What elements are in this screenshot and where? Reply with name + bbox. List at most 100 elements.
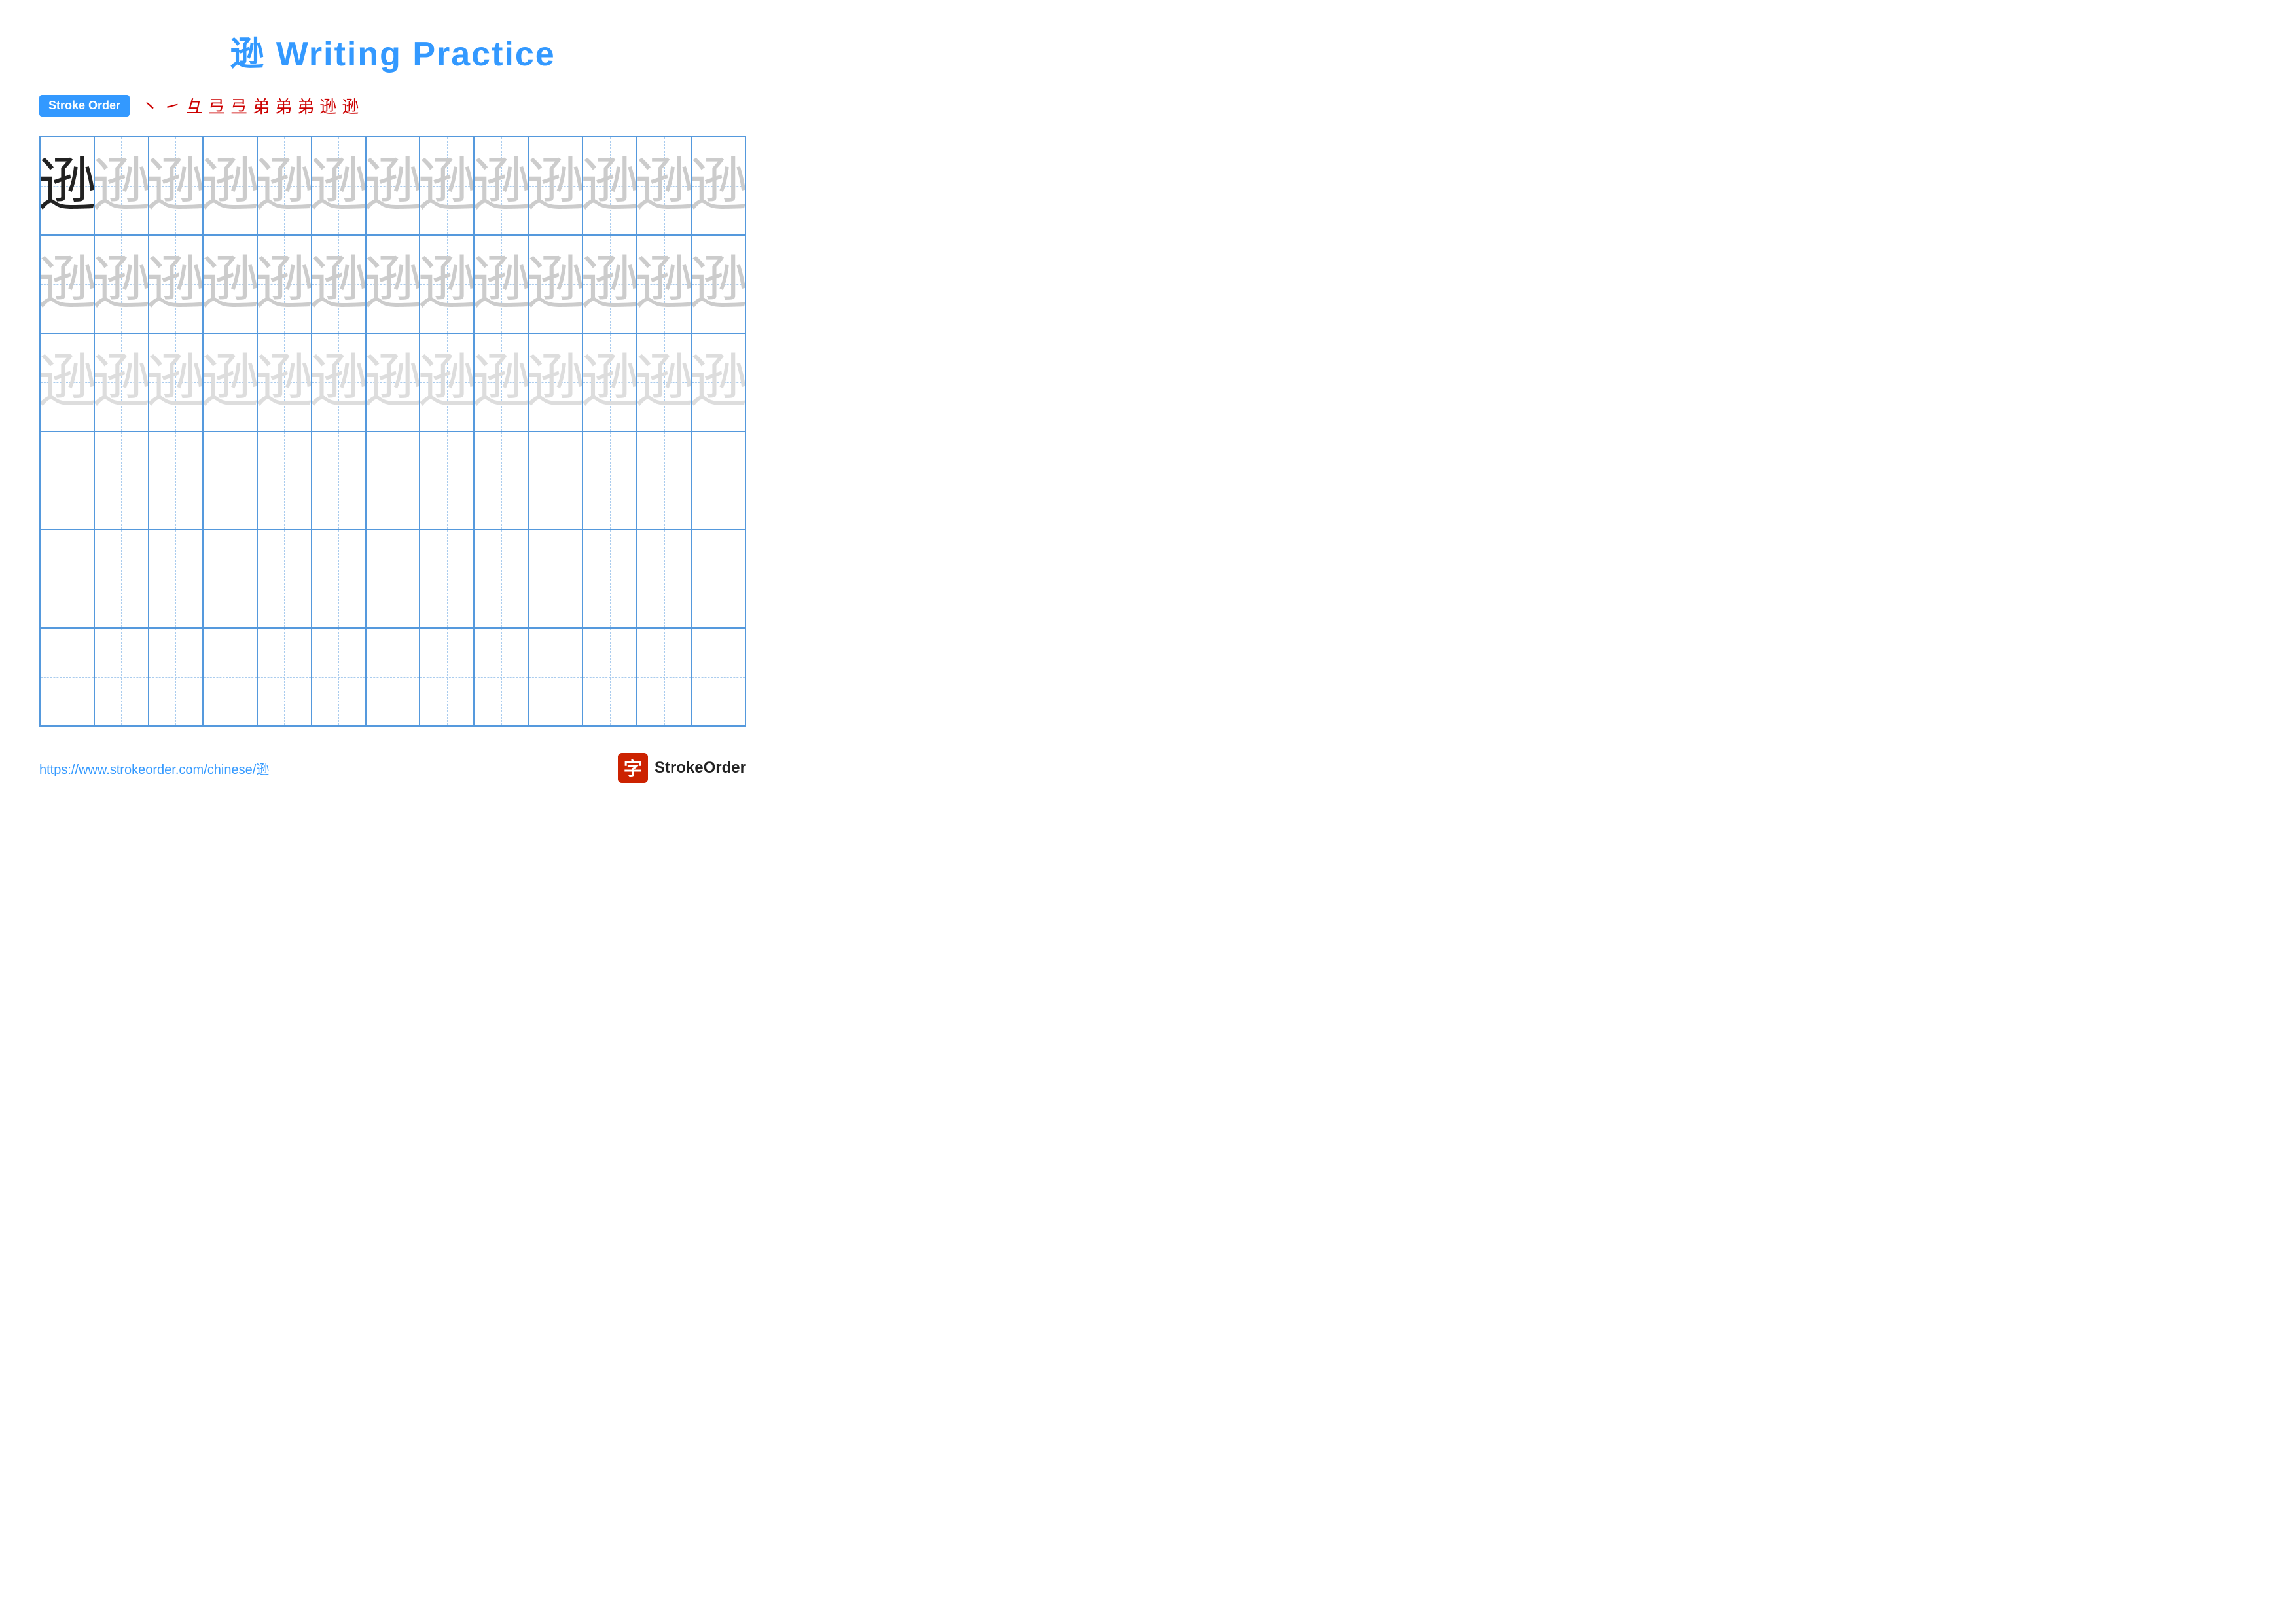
- grid-cell[interactable]: 逊: [475, 137, 529, 234]
- grid-cell-empty[interactable]: [475, 629, 529, 725]
- grid-cell-empty[interactable]: [95, 629, 149, 725]
- grid-cell[interactable]: 逊: [367, 236, 421, 333]
- grid-cell[interactable]: 逊: [149, 137, 204, 234]
- grid-cell-empty[interactable]: [312, 530, 367, 627]
- character-faint: 逊: [475, 255, 529, 314]
- grid-cell[interactable]: 逊: [692, 236, 745, 333]
- grid-cell-empty[interactable]: [258, 530, 312, 627]
- grid-cell[interactable]: 逊: [529, 236, 583, 333]
- footer-brand: 字 StrokeOrder: [618, 753, 746, 783]
- grid-cell-empty[interactable]: [95, 432, 149, 529]
- character-faint: 逊: [204, 255, 258, 314]
- brand-icon: 字: [618, 753, 648, 783]
- character-faint: 逊: [367, 255, 421, 314]
- grid-cell-empty[interactable]: [367, 629, 421, 725]
- grid-cell[interactable]: 逊: [95, 334, 149, 431]
- grid-cell-empty[interactable]: [529, 530, 583, 627]
- grid-cell-empty[interactable]: [637, 432, 692, 529]
- grid-cell-empty[interactable]: [529, 629, 583, 725]
- character-faint: 逊: [420, 255, 475, 314]
- grid-cell[interactable]: 逊: [95, 137, 149, 234]
- grid-cell-empty[interactable]: [204, 629, 258, 725]
- grid-cell[interactable]: 逊: [583, 236, 637, 333]
- grid-cell-empty[interactable]: [583, 629, 637, 725]
- grid-cell[interactable]: 逊: [583, 137, 637, 234]
- grid-cell[interactable]: 逊: [529, 137, 583, 234]
- grid-cell-empty[interactable]: [367, 530, 421, 627]
- grid-cell-empty[interactable]: [41, 629, 95, 725]
- grid-cell[interactable]: 逊: [204, 236, 258, 333]
- grid-cell-empty[interactable]: [149, 530, 204, 627]
- grid-cell-empty[interactable]: [583, 432, 637, 529]
- grid-cell[interactable]: 逊: [637, 334, 692, 431]
- grid-cell-empty[interactable]: [312, 629, 367, 725]
- grid-cell[interactable]: 逊: [583, 334, 637, 431]
- grid-cell-solid[interactable]: 逊: [41, 137, 95, 234]
- grid-row: 逊 逊 逊 逊 逊 逊 逊 逊 逊 逊 逊 逊 逊: [41, 137, 745, 236]
- character-faint: 逊: [258, 255, 312, 314]
- character-faint: 逊: [312, 255, 367, 314]
- grid-cell[interactable]: 逊: [41, 236, 95, 333]
- character-light: 逊: [95, 353, 149, 412]
- grid-cell[interactable]: 逊: [312, 334, 367, 431]
- grid-cell-empty[interactable]: [420, 530, 475, 627]
- grid-cell[interactable]: 逊: [204, 137, 258, 234]
- grid-cell[interactable]: 逊: [367, 334, 421, 431]
- grid-cell[interactable]: 逊: [692, 334, 745, 431]
- grid-cell[interactable]: 逊: [420, 236, 475, 333]
- character-light: 逊: [420, 353, 475, 412]
- footer-url[interactable]: https://www.strokeorder.com/chinese/逊: [39, 759, 269, 778]
- grid-cell[interactable]: 逊: [258, 137, 312, 234]
- character-faint: 逊: [692, 156, 745, 215]
- grid-cell-empty[interactable]: [41, 530, 95, 627]
- grid-cell[interactable]: 逊: [637, 236, 692, 333]
- grid-cell[interactable]: 逊: [529, 334, 583, 431]
- grid-cell-empty[interactable]: [420, 432, 475, 529]
- grid-cell-empty[interactable]: [204, 530, 258, 627]
- grid-cell[interactable]: 逊: [475, 236, 529, 333]
- grid-cell-empty[interactable]: [529, 432, 583, 529]
- grid-cell-empty[interactable]: [41, 432, 95, 529]
- grid-cell-empty[interactable]: [420, 629, 475, 725]
- character-light: 逊: [149, 353, 204, 412]
- grid-cell[interactable]: 逊: [149, 334, 204, 431]
- character-faint: 逊: [41, 255, 95, 314]
- grid-cell[interactable]: 逊: [367, 137, 421, 234]
- grid-cell-empty[interactable]: [149, 629, 204, 725]
- grid-cell-empty[interactable]: [475, 432, 529, 529]
- grid-cell[interactable]: 逊: [637, 137, 692, 234]
- grid-cell-empty[interactable]: [583, 530, 637, 627]
- grid-cell[interactable]: 逊: [312, 236, 367, 333]
- grid-cell[interactable]: 逊: [692, 137, 745, 234]
- grid-cell-empty[interactable]: [258, 629, 312, 725]
- grid-cell[interactable]: 逊: [420, 137, 475, 234]
- grid-cell-empty[interactable]: [312, 432, 367, 529]
- grid-cell[interactable]: 逊: [258, 236, 312, 333]
- grid-cell[interactable]: 逊: [41, 334, 95, 431]
- grid-cell[interactable]: 逊: [95, 236, 149, 333]
- grid-cell-empty[interactable]: [692, 530, 745, 627]
- character-faint: 逊: [367, 156, 421, 215]
- grid-cell[interactable]: 逊: [149, 236, 204, 333]
- grid-cell-empty[interactable]: [692, 432, 745, 529]
- grid-cell-empty[interactable]: [95, 530, 149, 627]
- character-faint: 逊: [149, 255, 204, 314]
- grid-row-empty: [41, 629, 745, 725]
- grid-cell-empty[interactable]: [637, 530, 692, 627]
- grid-cell-empty[interactable]: [204, 432, 258, 529]
- grid-cell-empty[interactable]: [637, 629, 692, 725]
- grid-cell-empty[interactable]: [692, 629, 745, 725]
- grid-cell-empty[interactable]: [258, 432, 312, 529]
- grid-cell[interactable]: 逊: [420, 334, 475, 431]
- grid-cell[interactable]: 逊: [204, 334, 258, 431]
- character-faint: 逊: [692, 255, 745, 314]
- grid-cell-empty[interactable]: [475, 530, 529, 627]
- grid-cell[interactable]: 逊: [475, 334, 529, 431]
- character-faint: 逊: [258, 156, 312, 215]
- character-faint: 逊: [583, 156, 637, 215]
- grid-cell-empty[interactable]: [149, 432, 204, 529]
- character-faint: 逊: [637, 156, 692, 215]
- grid-cell[interactable]: 逊: [312, 137, 367, 234]
- grid-cell[interactable]: 逊: [258, 334, 312, 431]
- grid-cell-empty[interactable]: [367, 432, 421, 529]
